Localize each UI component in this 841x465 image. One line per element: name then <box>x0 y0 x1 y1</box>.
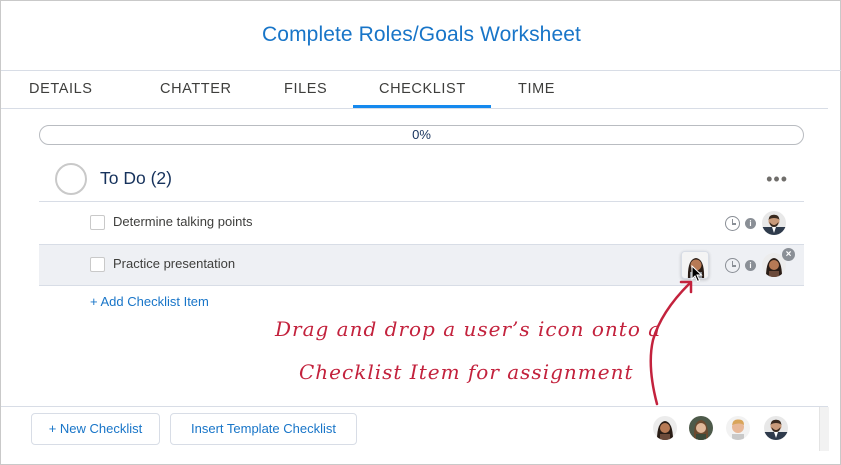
record-panel: Complete Roles/Goals Worksheet DETAILS C… <box>0 0 841 465</box>
insert-template-checklist-button[interactable]: Insert Template Checklist <box>170 413 357 445</box>
item-checkbox[interactable] <box>90 257 105 272</box>
checklist-item[interactable]: Determine talking points i <box>39 202 804 244</box>
info-icon[interactable]: i <box>745 218 756 229</box>
annotation-line: Checklist Item for assignment <box>299 360 634 384</box>
group-complete-toggle[interactable] <box>55 163 87 195</box>
checklist-group-header: To Do (2) ••• <box>39 159 804 202</box>
item-checkbox[interactable] <box>90 215 105 230</box>
page-title: Complete Roles/Goals Worksheet <box>262 23 581 46</box>
tab-details[interactable]: DETAILS <box>29 81 93 97</box>
avatar[interactable] <box>653 416 677 440</box>
scrollbar[interactable] <box>819 407 829 451</box>
annotation-arrow-icon <box>649 280 693 406</box>
item-label: Practice presentation <box>113 256 236 271</box>
item-label: Determine talking points <box>113 214 253 229</box>
divider <box>1 406 828 407</box>
more-icon[interactable]: ••• <box>766 169 788 190</box>
tab-checklist[interactable]: CHECKLIST <box>379 81 466 97</box>
avatar[interactable] <box>762 211 786 235</box>
tab-time[interactable]: TIME <box>518 81 555 97</box>
divider <box>1 108 828 109</box>
clock-icon[interactable] <box>725 216 740 231</box>
avatar[interactable] <box>726 416 750 440</box>
group-title: To Do (2) <box>100 168 172 188</box>
progress-bar: 0% <box>39 125 804 145</box>
tab-files[interactable]: FILES <box>284 81 327 97</box>
clock-icon[interactable] <box>725 258 740 273</box>
info-icon[interactable]: i <box>745 260 756 271</box>
avatar[interactable] <box>764 416 788 440</box>
progress-label: 0% <box>412 127 431 142</box>
tab-bar: DETAILS CHATTER FILES CHECKLIST TIME <box>1 71 841 109</box>
tab-chatter[interactable]: CHATTER <box>160 81 232 97</box>
annotation-line: Drag and drop a user’s icon onto a <box>275 317 662 341</box>
new-checklist-button[interactable]: + New Checklist <box>31 413 160 445</box>
avatar[interactable] <box>689 416 713 440</box>
close-icon[interactable]: × <box>782 248 795 261</box>
add-checklist-item-link[interactable]: + Add Checklist Item <box>90 294 209 309</box>
